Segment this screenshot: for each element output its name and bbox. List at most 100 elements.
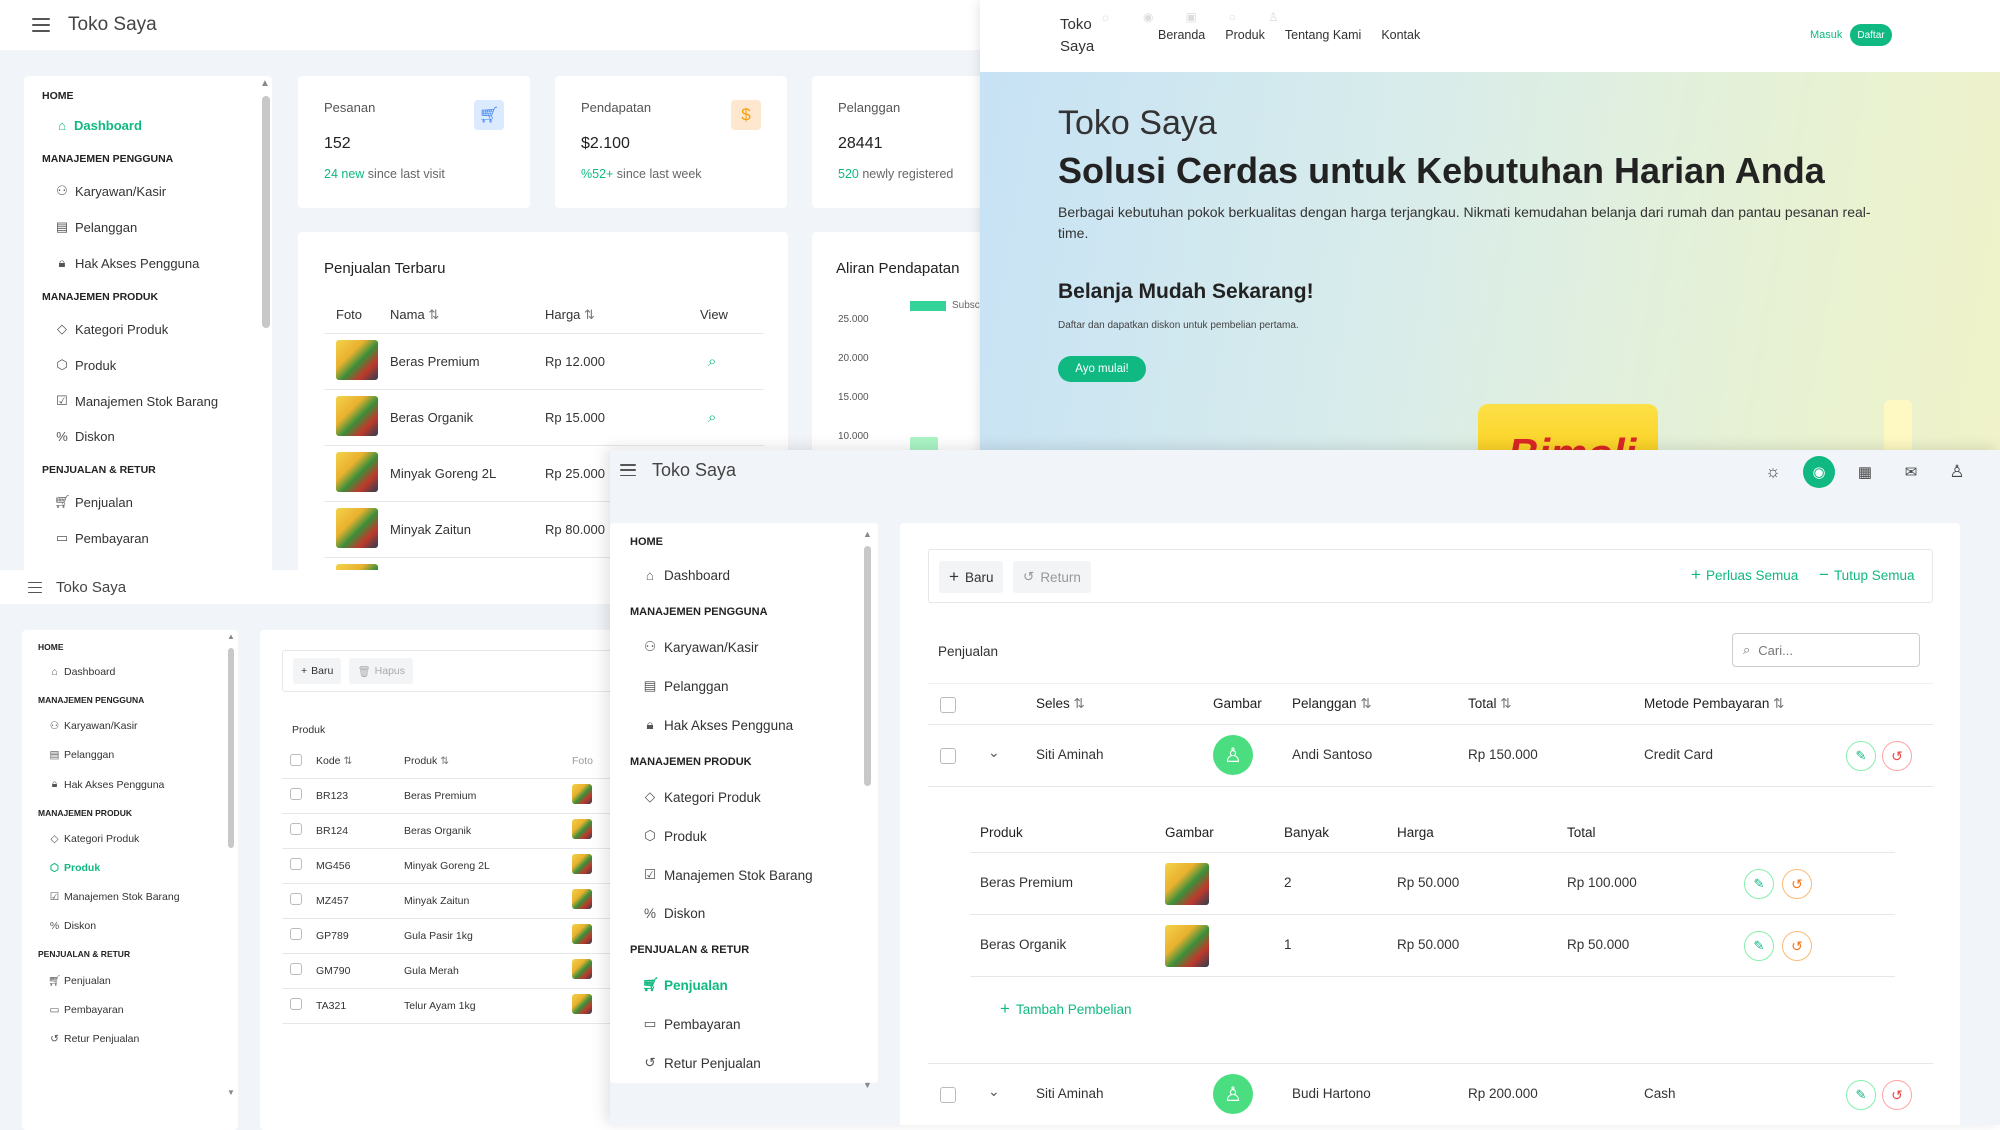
search-input[interactable]: ⌕ Cari...: [1732, 633, 1920, 667]
sidebar-item-customers[interactable]: ▤ Pelanggan: [54, 219, 272, 235]
menu-icon[interactable]: [32, 18, 50, 32]
col-header-name[interactable]: Nama ⇅: [390, 297, 545, 333]
scroll-down-icon[interactable]: ▼: [227, 1088, 235, 1097]
sidebar-item-employees[interactable]: ⚇ Karyawan/Kasir: [48, 720, 238, 732]
scroll-up-icon[interactable]: ▲: [863, 529, 872, 539]
sidebar-item-sales[interactable]: 🛒︎ Penjualan: [642, 977, 878, 993]
col-header-seller[interactable]: Seles ⇅: [1036, 696, 1085, 712]
return-item-button[interactable]: ↺: [1782, 931, 1812, 961]
sidebar-item-category[interactable]: ◇ Kategori Produk: [48, 833, 238, 845]
expand-all-button[interactable]: + Perluas Semua: [1691, 565, 1798, 585]
col-header-product[interactable]: Produk ⇅: [404, 745, 572, 778]
menu-item-products[interactable]: Produk: [1225, 28, 1265, 42]
sidebar-item-access[interactable]: 🔒︎ Hak Akses Pengguna: [642, 717, 878, 733]
calendar-icon[interactable]: ▦: [1842, 463, 1888, 481]
register-button[interactable]: Daftar: [1850, 24, 1892, 46]
menu-icon[interactable]: [28, 581, 42, 593]
menu-item-about[interactable]: Tentang Kami: [1285, 28, 1361, 42]
return-button[interactable]: ↺ Return: [1013, 561, 1091, 593]
row-checkbox[interactable]: [290, 928, 302, 940]
row-checkbox[interactable]: [290, 998, 302, 1010]
cta-button[interactable]: Ayo mulai!: [1058, 356, 1146, 382]
sidebar-item-dashboard[interactable]: ⌂ Dashboard: [54, 118, 272, 133]
sidebar-item-discount[interactable]: % Diskon: [54, 429, 272, 444]
sidebar: HOME ⌂ Dashboard MANAJEMEN PENGGUNA ⚇ Kary…: [24, 76, 272, 596]
sidebar-item-employees[interactable]: ⚇ Karyawan/Kasir: [642, 639, 878, 655]
select-all-checkbox[interactable]: [940, 697, 956, 713]
search-icon[interactable]: ⌕: [708, 409, 716, 426]
sidebar-item-product[interactable]: ⬡ Produk: [54, 357, 272, 373]
scrollbar[interactable]: [864, 546, 871, 786]
row-checkbox[interactable]: [290, 963, 302, 975]
edit-button[interactable]: ✎: [1846, 1080, 1876, 1110]
palette-icon[interactable]: ◉: [1803, 456, 1835, 488]
chevron-down-icon[interactable]: ⌄: [988, 1083, 1000, 1100]
sidebar-item-return[interactable]: ↺ Retur Penjualan: [642, 1055, 878, 1071]
delete-button[interactable]: 🗑︎ Hapus: [349, 658, 414, 684]
sun-icon[interactable]: ☼: [1750, 462, 1796, 482]
sidebar-item-payment[interactable]: ▭ Pembayaran: [642, 1016, 878, 1032]
scrollbar[interactable]: [228, 648, 234, 848]
row-checkbox[interactable]: [290, 858, 302, 870]
sidebar-item-customers[interactable]: ▤ Pelanggan: [642, 678, 878, 694]
sidebar-item-stock[interactable]: ☑ Manajemen Stok Barang: [48, 891, 238, 903]
row-checkbox[interactable]: [940, 748, 956, 764]
user-icon[interactable]: ♙: [1934, 462, 1980, 482]
sidebar-item-employees[interactable]: ⚇ Karyawan/Kasir: [54, 183, 272, 199]
sidebar-item-dashboard[interactable]: ⌂ Dashboard: [48, 666, 238, 678]
row-checkbox[interactable]: [290, 823, 302, 835]
search-icon[interactable]: ⌕: [708, 353, 716, 370]
col-header-image: Gambar: [1213, 696, 1262, 711]
new-button[interactable]: + Baru: [939, 561, 1004, 593]
row-checkbox[interactable]: [290, 788, 302, 800]
col-header-price[interactable]: Harga ⇅: [545, 297, 700, 333]
sidebar-item-sales[interactable]: 🛒︎ Penjualan: [48, 974, 238, 988]
sidebar-item-discount[interactable]: % Diskon: [642, 906, 878, 921]
return-row-button[interactable]: ↺: [1882, 1080, 1912, 1110]
col-header-code[interactable]: Kode ⇅: [316, 745, 404, 778]
edit-button[interactable]: ✎: [1744, 869, 1774, 899]
sidebar-item-category[interactable]: ◇ Kategori Produk: [642, 789, 878, 805]
sidebar-item-return[interactable]: ↺ Retur Penjualan: [48, 1033, 238, 1045]
collapse-all-button[interactable]: − Tutup Semua: [1819, 565, 1914, 585]
sidebar-item-category[interactable]: ◇ Kategori Produk: [54, 321, 272, 337]
inbox-icon[interactable]: ✉: [1888, 463, 1934, 481]
add-purchase-button[interactable]: + Tambah Pembelian: [1000, 999, 1132, 1019]
sidebar-item-discount[interactable]: % Diskon: [48, 920, 238, 932]
menu-item-contact[interactable]: Kontak: [1381, 28, 1420, 42]
login-link[interactable]: Masuk: [1810, 29, 1842, 41]
scrollbar[interactable]: [262, 96, 270, 328]
sidebar-item-payment[interactable]: ▭ Pembayaran: [48, 1004, 238, 1016]
sidebar-item-access[interactable]: 🔒︎ Hak Akses Pengguna: [54, 255, 272, 271]
col-header-customer[interactable]: Pelanggan ⇅: [1292, 696, 1372, 712]
select-all-checkbox[interactable]: [290, 753, 302, 766]
sidebar-item-payment[interactable]: ▭ Pembayaran: [54, 530, 272, 546]
edit-button[interactable]: ✎: [1846, 741, 1876, 771]
menu-item-home[interactable]: Beranda: [1158, 28, 1205, 42]
col-header-total[interactable]: Total ⇅: [1468, 696, 1512, 712]
edit-button[interactable]: ✎: [1744, 931, 1774, 961]
sidebar-item-product[interactable]: ⬡ Produk: [48, 862, 238, 874]
product-code: BR123: [316, 789, 349, 802]
return-item-button[interactable]: ↺: [1782, 869, 1812, 899]
new-button[interactable]: + Baru: [293, 658, 342, 684]
scroll-up-icon[interactable]: ▲: [260, 78, 270, 89]
return-row-button[interactable]: ↺: [1882, 741, 1912, 771]
sidebar-item-stock[interactable]: ☑ Manajemen Stok Barang: [54, 393, 272, 409]
scroll-up-icon[interactable]: ▲: [227, 632, 235, 641]
scroll-down-icon[interactable]: ▼: [863, 1080, 872, 1090]
sidebar-item-product[interactable]: ⬡ Produk: [642, 828, 878, 844]
chevron-down-icon[interactable]: ⌄: [988, 744, 1000, 761]
landing-brand[interactable]: Toko Saya: [1060, 14, 1094, 58]
sidebar-item-dashboard[interactable]: ⌂ Dashboard: [642, 568, 878, 583]
row-checkbox[interactable]: [290, 893, 302, 905]
row-checkbox[interactable]: [940, 1087, 956, 1103]
col-header-method[interactable]: Metode Pembayaran ⇅: [1644, 696, 1784, 712]
sidebar-item-stock[interactable]: ☑ Manajemen Stok Barang: [642, 867, 878, 883]
sidebar-item-access[interactable]: 🔒︎ Hak Akses Pengguna: [48, 778, 238, 791]
sidebar-item-customers[interactable]: ▤ Pelanggan: [48, 749, 238, 761]
product-thumbnail: [572, 784, 592, 804]
header-actions: ☼ ◉ ▦ ✉ ♙: [1750, 456, 1980, 488]
sidebar-item-sales[interactable]: 🛒︎ Penjualan: [54, 494, 272, 510]
menu-icon[interactable]: [620, 464, 636, 477]
